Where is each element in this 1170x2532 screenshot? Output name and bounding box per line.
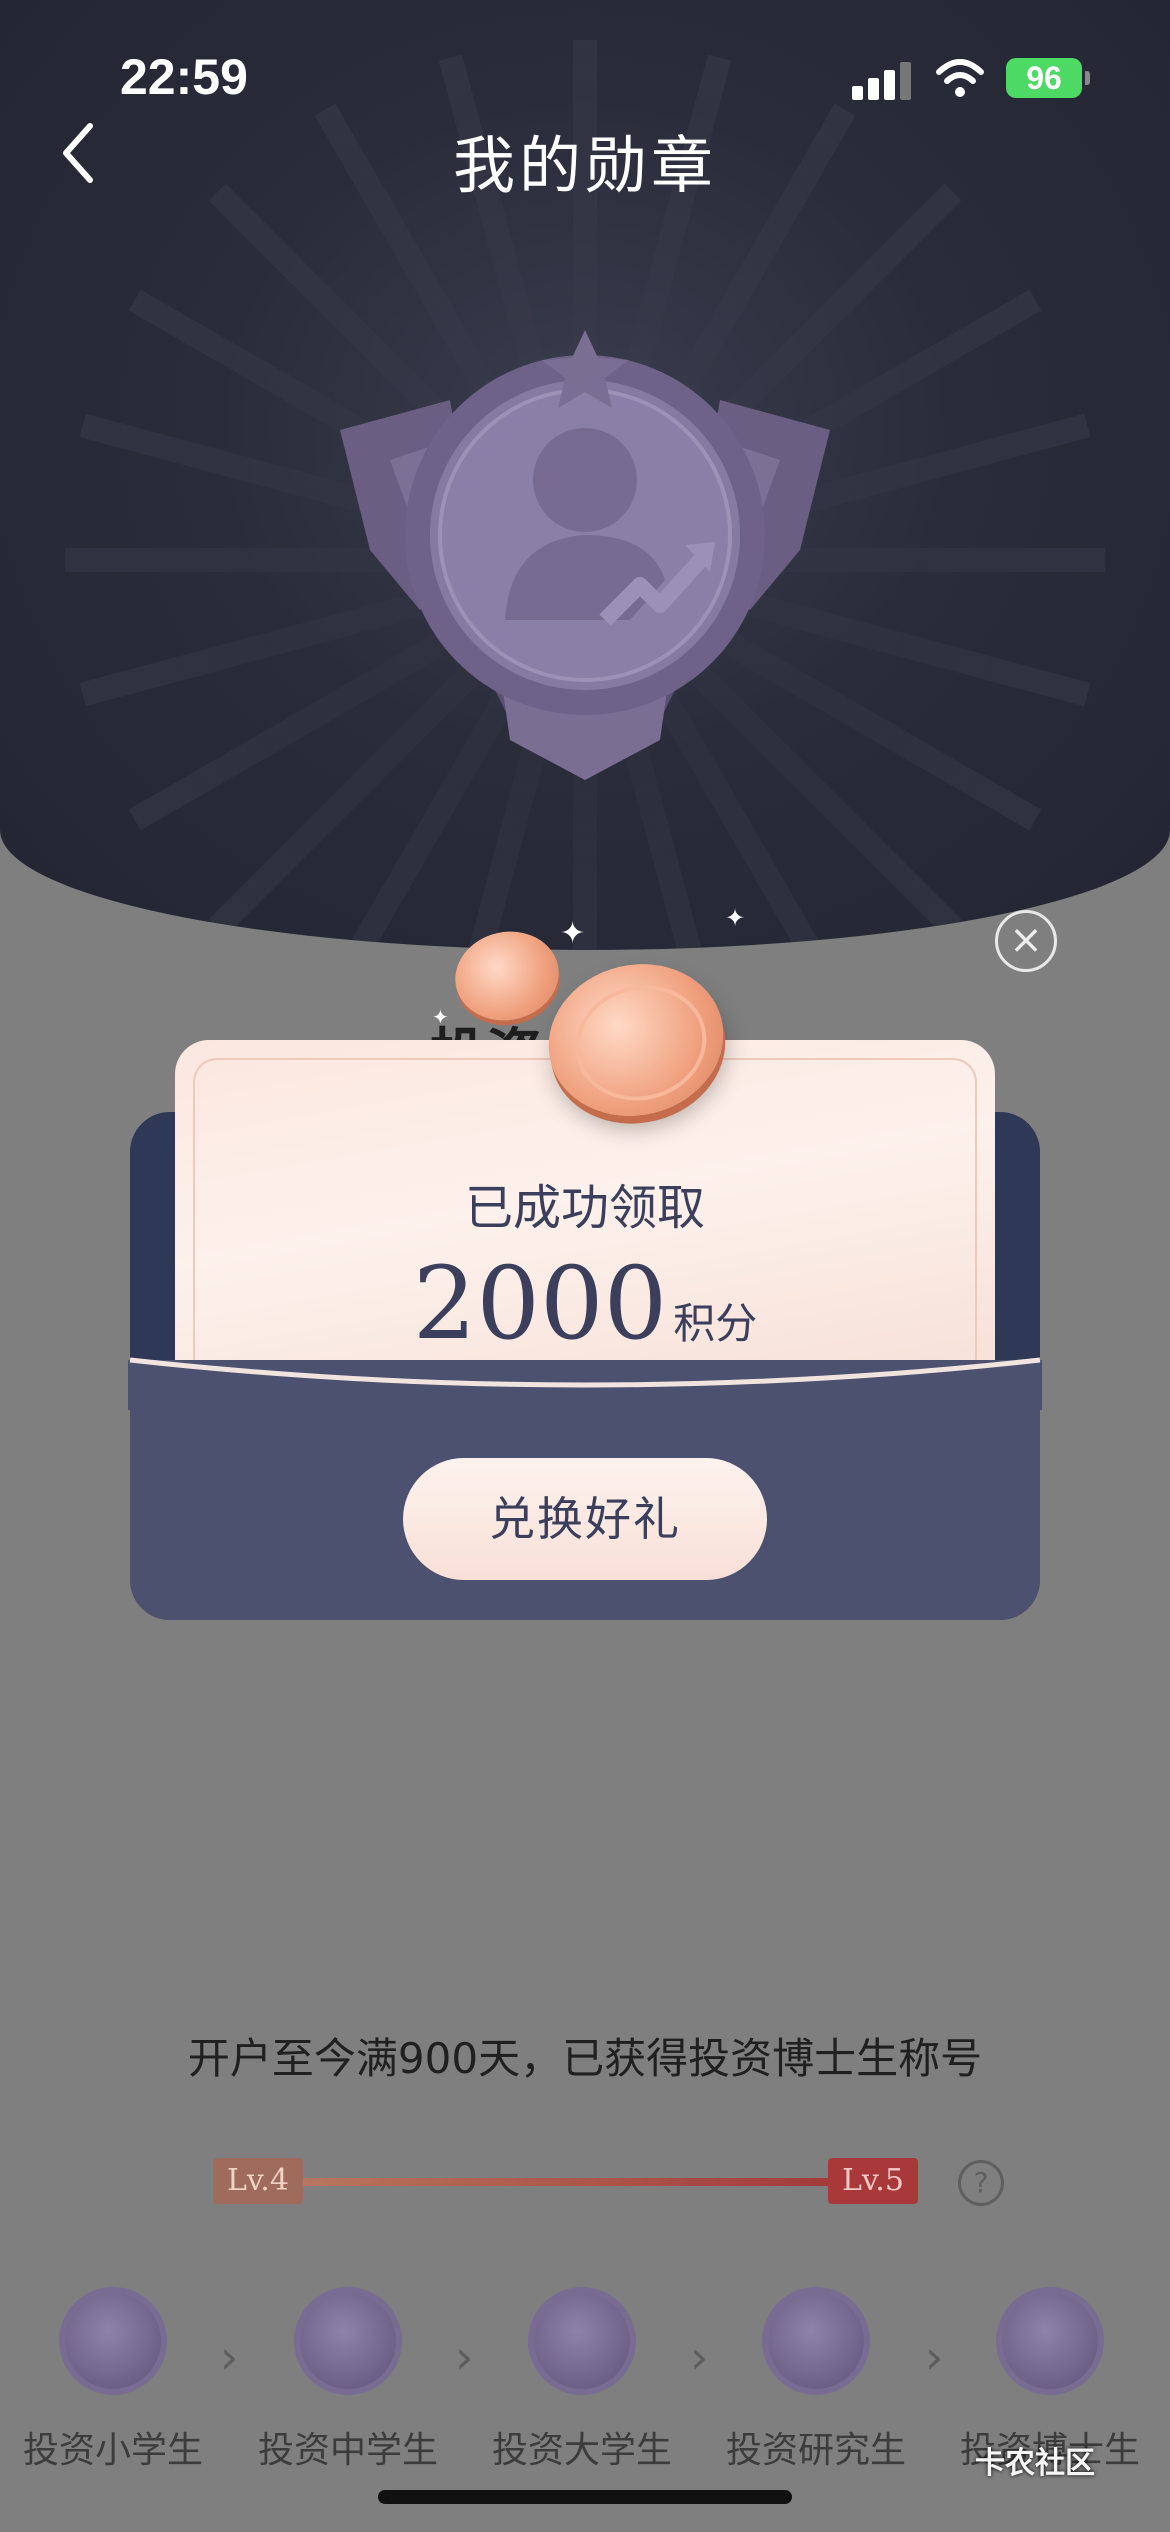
chevron-right-icon: › xyxy=(455,2330,474,2384)
help-icon[interactable]: ? xyxy=(958,2160,1004,2206)
medal-small-icon xyxy=(534,2293,630,2389)
level-tag-current: Lv.4 xyxy=(213,2158,303,2204)
sparkle-icon: ✦ xyxy=(560,916,586,951)
close-button[interactable]: × xyxy=(995,910,1057,972)
close-icon: × xyxy=(1009,917,1043,963)
level-tag-next: Lv.5 xyxy=(828,2158,918,2204)
redeem-gift-button[interactable]: 兑换好礼 xyxy=(403,1458,767,1580)
sparkle-icon: ✦ xyxy=(432,1005,449,1029)
level-label: 投资大学生 xyxy=(491,2430,672,2471)
medal-icon xyxy=(340,330,830,780)
level-progress-bar xyxy=(295,2178,835,2186)
level-item[interactable]: 投资小学生 xyxy=(3,2285,223,2473)
watermark: 卡农社区 xyxy=(975,2446,1095,2481)
home-indicator xyxy=(378,2490,792,2504)
chevron-right-icon: › xyxy=(220,2330,239,2384)
envelope-lip xyxy=(128,1357,1042,1410)
page-title: 我的勋章 xyxy=(452,129,717,202)
wifi-icon xyxy=(936,59,984,97)
level-item[interactable]: 投资研究生 xyxy=(706,2285,926,2473)
level-label: 投资小学生 xyxy=(22,2430,203,2471)
level-label: 投资研究生 xyxy=(725,2430,906,2471)
signal-icon xyxy=(852,60,914,100)
medal-small-icon xyxy=(1002,2293,1098,2389)
progress-description: 开户至今满900天，已获得投资博士生称号 xyxy=(187,2034,983,2083)
sparkle-icon: ✦ xyxy=(725,904,746,932)
medal-small-icon xyxy=(300,2293,396,2389)
level-item[interactable]: 投资中学生 xyxy=(238,2285,458,2473)
medal-small-icon xyxy=(768,2293,864,2389)
reward-title: 已成功领取 xyxy=(464,1180,705,1236)
medal-small-icon xyxy=(65,2293,161,2389)
battery-icon: 96 xyxy=(1006,58,1090,98)
level-item[interactable]: 投资大学生 xyxy=(472,2285,692,2473)
status-time: 22:59 xyxy=(120,49,248,105)
level-label: 投资中学生 xyxy=(257,2430,438,2471)
